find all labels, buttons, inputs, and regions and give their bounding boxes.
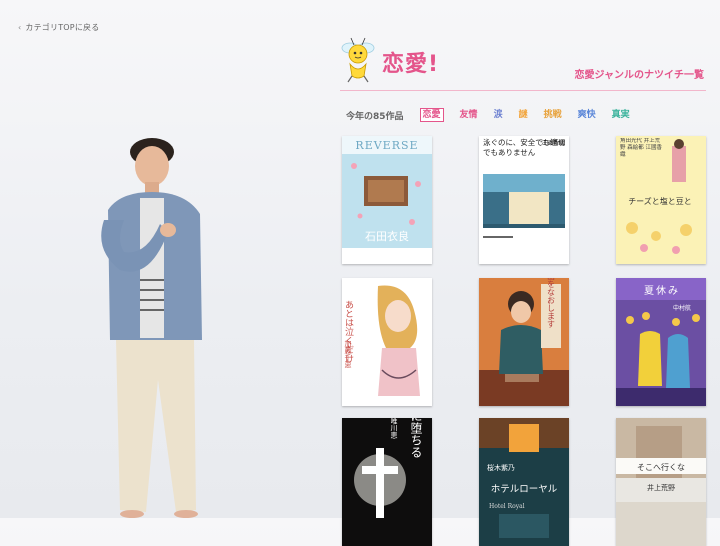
book-cover[interactable]: 桜木紫乃 ホテルローヤル Hotel Royal	[479, 418, 569, 546]
book-cover[interactable]: あとは泣くだけ 加藤千恵	[342, 278, 432, 406]
svg-text:そこへ行くな: そこへ行くな	[637, 462, 685, 472]
book-cover[interactable]: 角田光代 井上荒野 森絵都 江國香織 チーズと塩と豆と	[616, 136, 706, 264]
book-cover[interactable]: REVERSE 石田衣良	[342, 136, 432, 264]
book-cover[interactable]: 天に堕ちる 唯川恵	[342, 418, 432, 546]
svg-text:石田衣良: 石田衣良	[365, 229, 409, 243]
svg-text:井上荒野: 井上荒野	[647, 483, 675, 492]
genre-header: 恋愛! 恋愛ジャンルのナツイチ一覧	[340, 32, 708, 92]
book-cover[interactable]: 夏休み 中村航	[616, 278, 706, 406]
svg-text:REVERSE: REVERSE	[355, 139, 418, 152]
back-to-category-top-link[interactable]: ‹ カテゴリTOPに戻る	[18, 22, 99, 33]
tab-truth[interactable]: 真実	[612, 109, 630, 121]
genre-subtitle: 恋愛ジャンルのナツイチ一覧	[574, 70, 705, 81]
svg-text:Hotel Royal: Hotel Royal	[489, 503, 525, 510]
tab-challenge[interactable]: 挑戦	[544, 109, 562, 121]
chevron-left-icon: ‹	[18, 23, 22, 32]
svg-text:思い出をなおします: 思い出をなおします	[547, 278, 556, 328]
svg-text:江國香織: 江國香織	[541, 139, 565, 147]
genre-title: 恋愛!	[382, 52, 440, 77]
svg-text:唯川恵: 唯川恵	[390, 418, 398, 439]
book-cover[interactable]: 思い出をなおします	[479, 278, 569, 406]
tab-mystery[interactable]: 謎	[519, 109, 528, 121]
model-photo	[101, 138, 202, 518]
work-count-label: 今年の85作品	[346, 111, 404, 122]
svg-text:中村航: 中村航	[673, 304, 691, 312]
svg-text:夏休み: 夏休み	[644, 285, 680, 297]
tab-refreshing[interactable]: 爽快	[578, 109, 596, 121]
svg-text:桜木紫乃: 桜木紫乃	[487, 463, 515, 472]
svg-text:ホテルローヤル: ホテルローヤル	[491, 484, 558, 495]
svg-text:チーズと塩と豆と: チーズと塩と豆と	[628, 196, 692, 206]
book-cover[interactable]: そこへ行くな 井上荒野	[616, 418, 706, 546]
tab-friendship[interactable]: 友情	[460, 109, 478, 121]
svg-text:加藤千恵: 加藤千恵	[344, 339, 352, 368]
header-divider	[340, 90, 706, 91]
svg-text:天に堕ちる: 天に堕ちる	[409, 418, 423, 458]
book-cover[interactable]: 泳ぐのに、安全でも適切でもありません 江國香織	[479, 136, 569, 264]
tab-tears[interactable]: 涙	[494, 109, 503, 121]
genre-tabs: 今年の85作品 恋愛 友情 涙 謎 挑戦 爽快 真実	[340, 106, 710, 124]
bee-mascot-icon	[341, 37, 375, 83]
tab-romance[interactable]: 恋愛	[419, 108, 444, 122]
